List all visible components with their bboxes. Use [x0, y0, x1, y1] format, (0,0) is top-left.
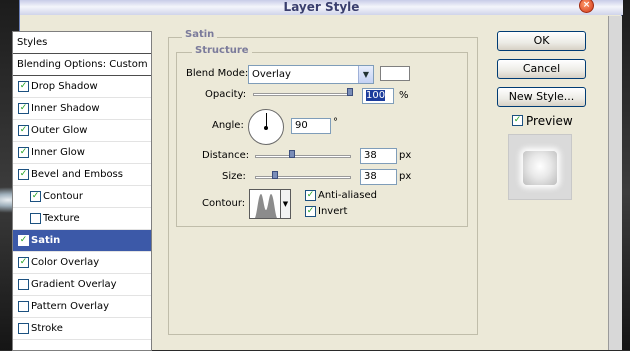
style-label: Satin	[31, 235, 61, 246]
style-label: Styles	[17, 37, 48, 48]
size-label: Size:	[222, 171, 246, 182]
satin-group-title: Satin	[182, 29, 218, 40]
style-label: Inner Glow	[31, 147, 85, 158]
angle-label: Angle:	[212, 120, 244, 131]
invert-label: Invert	[318, 206, 348, 217]
styles-list-item[interactable]: ✓ Drop Shadow	[13, 76, 151, 98]
style-label: Color Overlay	[31, 257, 100, 268]
contour-label: Contour:	[202, 198, 246, 209]
style-checkbox[interactable]	[18, 323, 29, 334]
style-checkbox[interactable]: ✓	[18, 103, 29, 114]
style-checkbox[interactable]: ✓	[18, 147, 29, 158]
styles-list-item[interactable]: ✓ Bevel and Emboss	[13, 164, 151, 186]
style-label: Inner Shadow	[31, 103, 100, 114]
style-checkbox[interactable]: ✓	[18, 125, 29, 136]
angle-dial[interactable]	[248, 109, 284, 145]
invert-checkbox[interactable]: ✓	[305, 206, 316, 217]
opacity-slider-track[interactable]	[253, 93, 353, 96]
style-checkbox[interactable]	[18, 301, 29, 312]
styles-list-item[interactable]: ✓ Contour	[13, 186, 151, 208]
anti-aliased-checkbox[interactable]: ✓	[305, 190, 316, 201]
opacity-input[interactable]: 100	[362, 88, 394, 104]
angle-unit: °	[333, 117, 338, 128]
distance-slider-thumb[interactable]	[289, 150, 295, 158]
blend-color-swatch[interactable]	[380, 66, 410, 81]
style-label: Bevel and Emboss	[31, 169, 123, 180]
opacity-label: Opacity:	[205, 89, 247, 100]
style-label: Drop Shadow	[31, 81, 98, 92]
style-checkbox[interactable]: ✓	[30, 191, 41, 202]
cancel-button[interactable]: Cancel	[497, 59, 586, 79]
style-checkbox[interactable]	[18, 279, 29, 290]
size-input[interactable]: 38	[360, 169, 397, 185]
angle-input[interactable]: 90	[291, 118, 331, 134]
styles-list-item[interactable]: ✓ Inner Shadow	[13, 98, 151, 120]
style-label: Stroke	[31, 323, 63, 334]
style-label: Outer Glow	[31, 125, 88, 136]
style-label: Contour	[43, 191, 83, 202]
check-icon: ✓	[306, 190, 315, 200]
style-preview	[508, 134, 572, 200]
blend-mode-select[interactable]: Overlay ▼	[248, 65, 374, 84]
style-checkbox[interactable]: ✓	[18, 257, 29, 268]
styles-list-item[interactable]: ✓ Satin	[13, 230, 151, 252]
style-checkbox[interactable]: ✓	[18, 169, 29, 180]
styles-list-item[interactable]: Styles	[13, 32, 151, 54]
distance-label: Distance:	[202, 150, 250, 161]
style-label: Texture	[43, 213, 80, 224]
styles-list-item[interactable]: Pattern Overlay	[13, 296, 151, 318]
distance-slider-track[interactable]	[255, 155, 351, 158]
angle-center-dot	[264, 126, 268, 130]
style-checkbox[interactable]: ✓	[18, 81, 29, 92]
styles-list-item[interactable]: ✓ Color Overlay	[13, 252, 151, 274]
styles-list-item[interactable]: Texture	[13, 208, 151, 230]
styles-list-item[interactable]: Stroke	[13, 318, 151, 340]
size-unit: px	[399, 171, 412, 182]
distance-unit: px	[399, 150, 412, 161]
chevron-down-icon[interactable]: ▼	[358, 66, 373, 83]
anti-aliased-label: Anti-aliased	[318, 190, 378, 201]
styles-list: Styles Blending Options: Custom ✓ Drop Shad…	[12, 31, 152, 351]
check-icon: ✓	[306, 206, 315, 216]
style-label: Pattern Overlay	[31, 301, 110, 312]
size-slider-track[interactable]	[255, 176, 351, 179]
contour-curve-icon	[254, 194, 278, 218]
styles-list-item[interactable]: Blending Options: Custom	[13, 54, 151, 76]
preview-label: Preview	[526, 114, 573, 128]
opacity-value: 100	[366, 90, 386, 101]
preview-swatch	[523, 151, 557, 185]
opacity-slider-thumb[interactable]	[347, 88, 353, 96]
canvas-edge	[608, 16, 622, 350]
distance-input[interactable]: 38	[360, 148, 397, 164]
contour-dropdown-icon[interactable]: ▼	[281, 189, 291, 219]
new-style-button[interactable]: New Style...	[497, 87, 586, 107]
style-checkbox[interactable]	[30, 213, 41, 224]
opacity-unit: %	[399, 90, 409, 101]
styles-list-item[interactable]: Gradient Overlay	[13, 274, 151, 296]
title-bar[interactable]: Layer Style	[20, 0, 623, 15]
ok-button[interactable]: OK	[497, 31, 586, 51]
contour-curve-preview[interactable]	[249, 189, 281, 219]
styles-list-item[interactable]: ✓ Outer Glow	[13, 120, 151, 142]
blend-mode-label: Blend Mode:	[186, 68, 249, 79]
check-icon: ✓	[513, 115, 522, 125]
structure-group-title: Structure	[192, 45, 252, 56]
window-title: Layer Style	[283, 0, 360, 14]
size-slider-thumb[interactable]	[272, 171, 278, 179]
styles-list-item[interactable]: ✓ Inner Glow	[13, 142, 151, 164]
style-label: Gradient Overlay	[31, 279, 117, 290]
preview-checkbox[interactable]: ✓	[512, 115, 523, 126]
blend-mode-value: Overlay	[252, 69, 291, 80]
style-label: Blending Options: Custom	[17, 59, 148, 70]
style-checkbox[interactable]: ✓	[18, 235, 29, 246]
